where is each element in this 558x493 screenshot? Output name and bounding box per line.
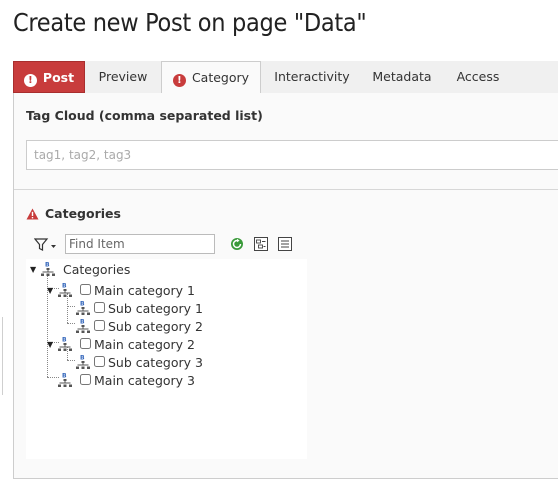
tree-node-sub-category-3[interactable]: B Sub category 3 xyxy=(75,354,275,372)
category-checkbox[interactable] xyxy=(80,374,91,385)
filter-icon[interactable] xyxy=(33,237,58,256)
collapse-toggle-icon[interactable]: ▼ xyxy=(47,340,53,349)
tab-interactivity[interactable]: Interactivity xyxy=(262,61,362,93)
category-tree-icon: B xyxy=(76,319,90,333)
svg-text:B: B xyxy=(62,337,67,344)
collapse-toggle-icon[interactable]: ▼ xyxy=(47,286,53,295)
tree-toolbar xyxy=(33,234,314,256)
expand-all-icon[interactable] xyxy=(254,237,268,251)
svg-text:B: B xyxy=(62,283,67,290)
category-checkbox[interactable] xyxy=(94,320,105,331)
left-edge-divider xyxy=(0,317,3,395)
warning-triangle-icon xyxy=(26,208,39,220)
svg-text:B: B xyxy=(80,301,85,308)
tree-node-main-category-1[interactable]: ▼ B Main category 1 xyxy=(47,282,247,300)
category-tree: ▼ B Categories ▼ B Main category 1 B Sub… xyxy=(26,259,307,459)
category-tree-icon: B xyxy=(58,337,72,351)
tree-node-label: Sub category 2 xyxy=(108,319,203,334)
category-checkbox[interactable] xyxy=(94,356,105,367)
collapse-toggle-icon[interactable]: ▼ xyxy=(30,265,36,274)
tab-metadata-label: Metadata xyxy=(372,69,432,84)
tab-content-category: Tag Cloud (comma separated list) Categor… xyxy=(13,93,558,479)
tree-node-label: Main category 1 xyxy=(94,283,195,298)
category-checkbox[interactable] xyxy=(94,302,105,313)
svg-text:B: B xyxy=(45,262,50,269)
tab-access[interactable]: Access xyxy=(442,61,514,93)
category-tree-icon: B xyxy=(41,262,55,276)
tree-node-label: Sub category 1 xyxy=(108,301,203,316)
tree-node-sub-category-1[interactable]: B Sub category 1 xyxy=(75,300,275,318)
exclamation-circle-icon: ! xyxy=(172,74,186,87)
tree-node-main-category-2[interactable]: ▼ B Main category 2 xyxy=(47,336,247,354)
tab-preview[interactable]: Preview xyxy=(85,61,161,93)
tree-connector xyxy=(67,360,75,361)
tag-cloud-input[interactable] xyxy=(26,140,558,170)
find-item-input[interactable] xyxy=(65,234,215,254)
category-checkbox[interactable] xyxy=(80,338,91,349)
section-divider xyxy=(14,189,558,190)
category-tree-icon: B xyxy=(76,355,90,369)
exclamation-circle-icon: ! xyxy=(23,74,37,87)
tab-category[interactable]: ! Category xyxy=(161,61,261,94)
tree-node-main-category-3[interactable]: B Main category 3 xyxy=(57,372,257,390)
tab-post[interactable]: ! Post xyxy=(13,61,85,93)
tree-node-sub-category-2[interactable]: B Sub category 2 xyxy=(75,318,275,336)
tree-node-label: Sub category 3 xyxy=(108,355,203,370)
categories-label: Categories xyxy=(26,206,121,221)
refresh-icon[interactable] xyxy=(230,237,244,251)
tab-preview-label: Preview xyxy=(98,69,148,84)
tree-node-label: Categories xyxy=(63,262,131,277)
tab-interactivity-label: Interactivity xyxy=(274,69,350,84)
category-tree-icon: B xyxy=(58,283,72,297)
category-tree-icon: B xyxy=(76,301,90,315)
tab-metadata[interactable]: Metadata xyxy=(362,61,442,93)
tab-post-label: Post xyxy=(42,70,75,85)
svg-text:B: B xyxy=(62,373,67,380)
collapse-all-icon[interactable] xyxy=(278,237,292,251)
tree-node-label: Main category 3 xyxy=(94,373,195,388)
category-tree-icon: B xyxy=(58,373,72,387)
tab-bar: ! Post Preview ! Category Interactivity Me… xyxy=(13,61,558,94)
tab-access-label: Access xyxy=(456,69,500,84)
tree-node-label: Main category 2 xyxy=(94,337,195,352)
tree-connector xyxy=(67,306,75,307)
tree-connector xyxy=(67,323,75,324)
page-title: Create new Post on page "Data" xyxy=(13,8,367,37)
categories-label-text: Categories xyxy=(45,206,121,221)
tree-node-root[interactable]: ▼ B Categories xyxy=(30,261,230,279)
svg-text:B: B xyxy=(80,319,85,326)
tag-cloud-label: Tag Cloud (comma separated list) xyxy=(26,108,263,123)
svg-text:B: B xyxy=(80,355,85,362)
category-checkbox[interactable] xyxy=(80,284,91,295)
tab-category-label: Category xyxy=(191,70,250,85)
